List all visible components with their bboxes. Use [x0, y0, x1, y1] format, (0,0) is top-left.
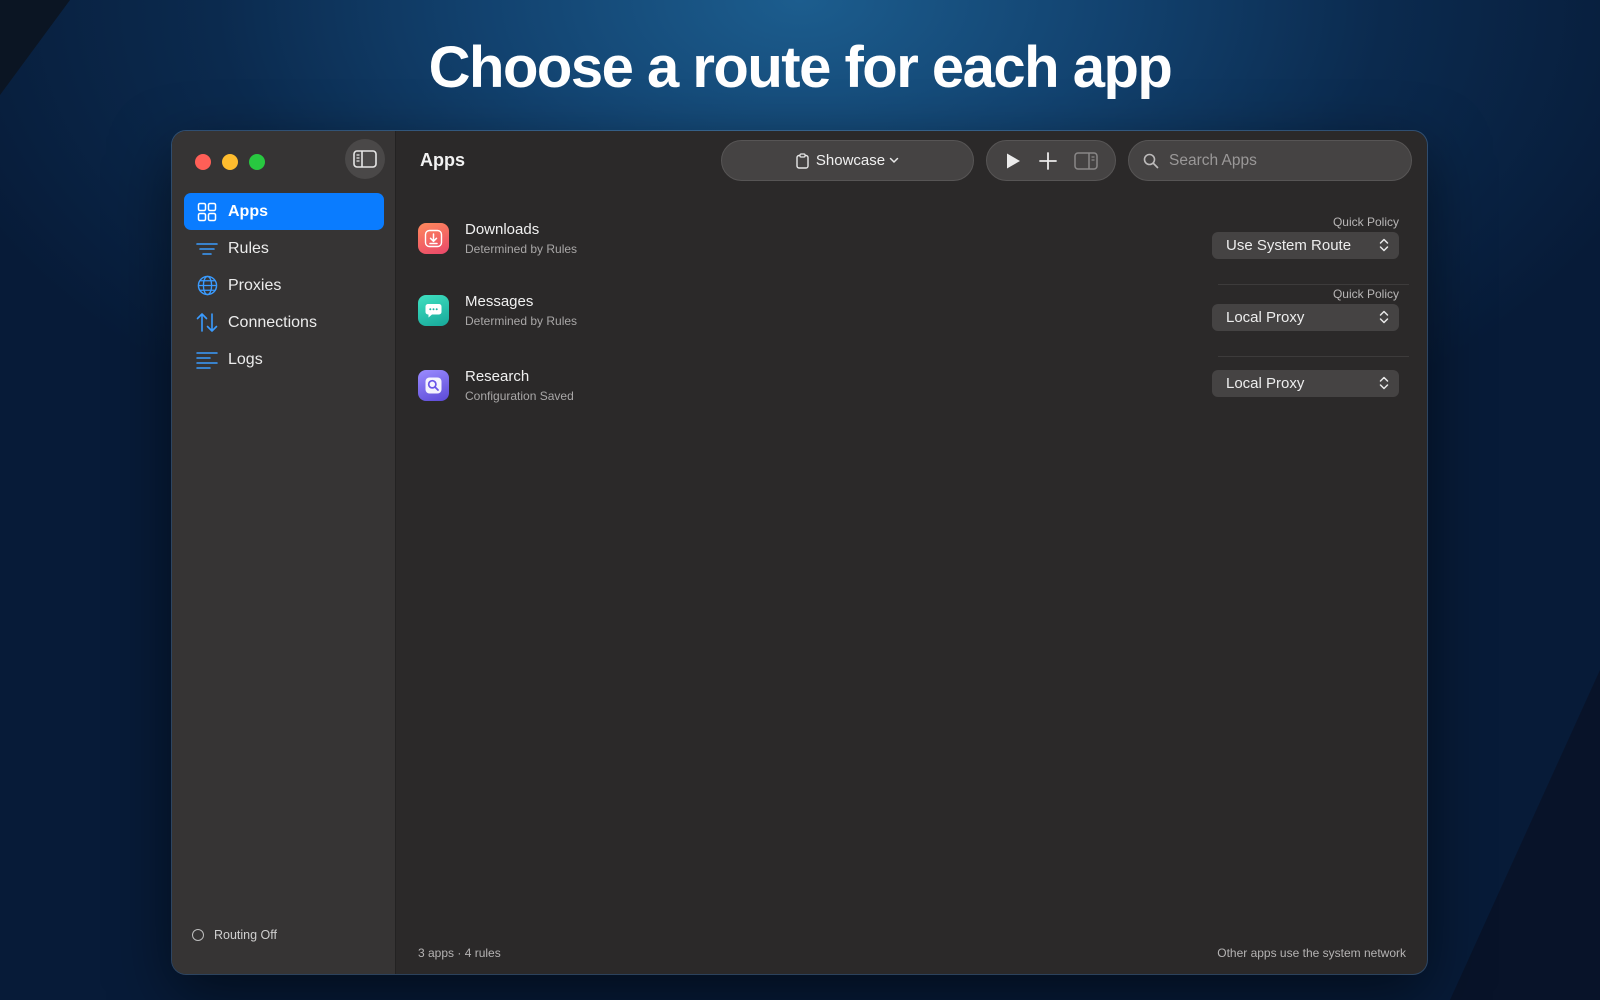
footer-summary: 3 apps · 4 rules — [418, 946, 501, 960]
app-name: Research — [465, 368, 530, 385]
download-icon — [418, 223, 449, 254]
minimize-window-button[interactable] — [222, 154, 238, 170]
sidebar-item-connections[interactable]: Connections — [184, 304, 384, 341]
chevron-down-icon — [889, 157, 899, 164]
routing-status-label: Routing Off — [214, 928, 278, 942]
lines-icon — [196, 238, 218, 260]
main-content: Apps Showcase Search Apps Downloads Dete… — [396, 131, 1427, 974]
app-list: Downloads Determined by Rules Quick Poli… — [418, 213, 1409, 421]
clipboard-icon — [796, 152, 809, 169]
sidebar-item-label: Rules — [228, 239, 269, 257]
policy-select[interactable]: Local Proxy — [1212, 370, 1399, 397]
play-icon[interactable] — [1004, 152, 1022, 170]
policy-value: Local Proxy — [1226, 309, 1305, 326]
plus-icon[interactable] — [1039, 151, 1057, 170]
profile-label: Showcase — [815, 152, 886, 169]
sidebar-item-label: Logs — [228, 350, 263, 368]
routing-status[interactable]: Routing Off — [192, 928, 277, 942]
sidebar-nav: Apps Rules Proxies Connections Logs — [184, 193, 384, 378]
zoom-window-button[interactable] — [249, 154, 265, 170]
chevron-up-down-icon — [1379, 376, 1389, 390]
footer-note: Other apps use the system network — [1217, 946, 1406, 960]
search-field[interactable] — [1128, 140, 1412, 181]
profile-selector-button[interactable]: Showcase — [721, 140, 974, 181]
app-name: Messages — [465, 293, 534, 310]
app-name: Downloads — [465, 221, 540, 238]
headline: Choose a route for each app — [428, 35, 1173, 100]
sidebar: Apps Rules Proxies Connections Logs Rout… — [172, 131, 396, 974]
app-status: Determined by Rules — [465, 242, 578, 256]
policy-select[interactable]: Use System Route — [1212, 232, 1399, 259]
close-window-button[interactable] — [195, 154, 211, 170]
app-window: Apps Rules Proxies Connections Logs Rout… — [172, 131, 1427, 974]
status-circle-icon — [192, 929, 204, 941]
list-icon — [196, 349, 218, 371]
chevron-up-down-icon — [1379, 238, 1389, 252]
sidebar-item-label: Proxies — [228, 276, 282, 294]
sidebar-toggle-button[interactable] — [345, 139, 385, 179]
quick-policy-label: Quick Policy — [1332, 287, 1399, 301]
quick-policy-label: Quick Policy — [1332, 215, 1399, 229]
sidebar-item-rules[interactable]: Rules — [184, 230, 384, 267]
background-shard-right — [1450, 670, 1600, 1000]
page-title: Apps — [420, 150, 465, 170]
grid-icon — [196, 201, 218, 223]
search-icon — [1143, 153, 1159, 168]
chat-bubble-icon — [418, 295, 449, 326]
policy-value: Local Proxy — [1226, 375, 1305, 392]
traffic-lights — [195, 154, 265, 170]
chevron-up-down-icon — [1379, 310, 1389, 324]
app-status: Determined by Rules — [465, 314, 578, 328]
search-input[interactable] — [1169, 151, 1389, 170]
arrows-up-down-icon — [196, 312, 218, 334]
sidebar-item-apps[interactable]: Apps — [184, 193, 384, 230]
sidebar-item-label: Connections — [228, 313, 317, 331]
globe-icon — [196, 275, 218, 297]
sidebar-item-logs[interactable]: Logs — [184, 341, 384, 378]
policy-value: Use System Route — [1226, 237, 1352, 254]
app-row-downloads[interactable]: Downloads Determined by Rules Quick Poli… — [418, 213, 1409, 285]
sidebar-item-label: Apps — [228, 202, 268, 220]
app-status: Configuration Saved — [465, 389, 574, 403]
sidebar-icon — [353, 150, 377, 168]
toolbar-actions — [986, 140, 1116, 181]
app-row-research[interactable]: Research Configuration Saved Local Proxy — [418, 357, 1405, 421]
app-row-messages[interactable]: Messages Determined by Rules Quick Polic… — [418, 285, 1409, 357]
sidebar-item-proxies[interactable]: Proxies — [184, 267, 384, 304]
inspector-panel-icon[interactable] — [1074, 151, 1099, 170]
magnifier-icon — [418, 370, 449, 401]
policy-select[interactable]: Local Proxy — [1212, 304, 1399, 331]
